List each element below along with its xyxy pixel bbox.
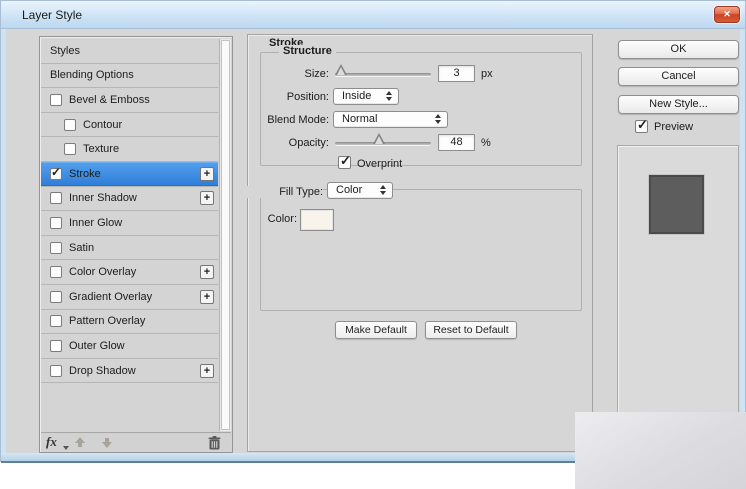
sidebar-item-satin[interactable]: Satin (41, 236, 218, 261)
size-label: Size: (304, 68, 329, 80)
ok-button[interactable]: OK (618, 40, 739, 59)
fill-type-select[interactable]: Color (327, 182, 393, 199)
sidebar-item-stroke[interactable]: ✓ Stroke + (41, 161, 218, 187)
fx-menu-button[interactable]: fx (46, 434, 57, 450)
opacity-input[interactable]: 48 (438, 134, 475, 151)
cancel-button[interactable]: Cancel (618, 67, 739, 86)
stepper-icon (380, 185, 386, 195)
overprint-label: Overprint (357, 158, 403, 170)
color-swatch[interactable] (300, 209, 334, 231)
sidebar-item-contour[interactable]: Contour (41, 113, 218, 138)
styles-list: Styles Blending Options Bevel & Emboss C… (41, 39, 218, 384)
sidebar-item-inner-glow[interactable]: Inner Glow (41, 211, 218, 236)
sidebar-item-blending-options[interactable]: Blending Options (41, 64, 218, 89)
stepper-icon (435, 114, 441, 124)
inner-shadow-checkbox[interactable] (50, 192, 62, 205)
window-left-border (1, 29, 6, 453)
color-overlay-checkbox[interactable] (50, 266, 62, 279)
fx-caret-icon (63, 446, 69, 450)
sidebar-item-inner-shadow[interactable]: Inner Shadow + (41, 187, 218, 212)
move-effect-up-button[interactable] (74, 437, 86, 449)
title-bar[interactable]: Layer Style ✕ (1, 1, 745, 29)
sidebar-scrollbar[interactable] (219, 39, 231, 431)
trash-icon (208, 436, 221, 450)
position-select[interactable]: Inside (333, 88, 399, 105)
add-inner-shadow-instance-button[interactable]: + (200, 191, 214, 206)
blend-mode-value: Normal (342, 113, 378, 125)
preview-label: Preview (654, 121, 694, 133)
inner-glow-checkbox[interactable] (50, 216, 62, 229)
reset-to-default-button[interactable]: Reset to Default (425, 321, 517, 339)
blend-mode-select[interactable]: Normal (333, 111, 448, 128)
stepper-icon (386, 91, 392, 101)
sidebar-item-styles[interactable]: Styles (41, 39, 218, 64)
close-icon: ✕ (723, 9, 731, 19)
sidebar-item-gradient-overlay[interactable]: Gradient Overlay + (41, 285, 218, 310)
size-slider-thumb[interactable] (335, 64, 347, 75)
gradient-overlay-checkbox[interactable] (50, 290, 62, 303)
close-button[interactable]: ✕ (714, 6, 740, 23)
structure-legend: Structure (279, 45, 336, 57)
sidebar-item-outer-glow[interactable]: Outer Glow (41, 334, 218, 359)
styles-sidebar: Styles Blending Options Bevel & Emboss C… (39, 36, 233, 453)
add-gradient-overlay-instance-button[interactable]: + (200, 289, 214, 304)
overprint-checkbox[interactable]: ✓ (338, 153, 351, 169)
pattern-overlay-checkbox[interactable] (50, 315, 62, 328)
fill-group (260, 189, 582, 311)
sidebar-item-pattern-overlay[interactable]: Pattern Overlay (41, 310, 218, 335)
opacity-slider-thumb[interactable] (373, 133, 386, 144)
preview-panel (617, 145, 739, 452)
new-style-button[interactable]: New Style... (618, 95, 739, 114)
satin-checkbox[interactable] (50, 241, 62, 254)
scrollbar-thumb[interactable] (221, 40, 230, 430)
drop-shadow-checkbox[interactable] (50, 364, 62, 377)
preview-swatch (649, 175, 704, 234)
opacity-label: Opacity: (288, 137, 329, 149)
add-color-overlay-instance-button[interactable]: + (200, 265, 214, 280)
sidebar-item-texture[interactable]: Texture (41, 137, 218, 162)
opacity-slider[interactable] (335, 133, 431, 145)
add-drop-shadow-instance-button[interactable]: + (200, 363, 214, 378)
move-effect-down-button[interactable] (101, 437, 113, 449)
contour-checkbox[interactable] (64, 118, 76, 131)
preview-checkbox[interactable]: ✓ (635, 117, 648, 133)
outer-glow-checkbox[interactable] (50, 339, 62, 352)
bevel-emboss-checkbox[interactable] (50, 93, 62, 106)
background-window-fragment (575, 412, 746, 489)
position-value: Inside (342, 90, 372, 102)
color-label: Color: (267, 213, 297, 225)
size-unit-label: px (481, 68, 493, 80)
size-input[interactable]: 3 (438, 65, 475, 82)
blend-mode-label: Blend Mode: (267, 114, 329, 126)
position-label: Position: (286, 91, 329, 103)
size-slider[interactable] (335, 64, 431, 76)
texture-checkbox[interactable] (64, 143, 76, 156)
layer-style-screenshot: Layer Style ✕ Styles Blending Options Be… (0, 0, 746, 489)
sidebar-footer: fx (41, 432, 231, 451)
fill-type-label: Fill Type: (241, 186, 323, 198)
sidebar-item-drop-shadow[interactable]: Drop Shadow + (41, 359, 218, 384)
stroke-checkbox[interactable]: ✓ (50, 165, 62, 180)
opacity-unit-label: % (481, 137, 491, 149)
add-stroke-instance-button[interactable]: + (200, 166, 214, 181)
fill-type-value: Color (336, 184, 363, 196)
make-default-button[interactable]: Make Default (335, 321, 417, 339)
window-right-border (740, 29, 745, 453)
layer-style-dialog: Layer Style ✕ Styles Blending Options Be… (0, 0, 746, 463)
delete-effect-button[interactable] (208, 436, 221, 453)
sidebar-item-color-overlay[interactable]: Color Overlay + (41, 260, 218, 285)
window-title: Layer Style (22, 8, 83, 22)
sidebar-item-bevel-emboss[interactable]: Bevel & Emboss (41, 88, 218, 113)
